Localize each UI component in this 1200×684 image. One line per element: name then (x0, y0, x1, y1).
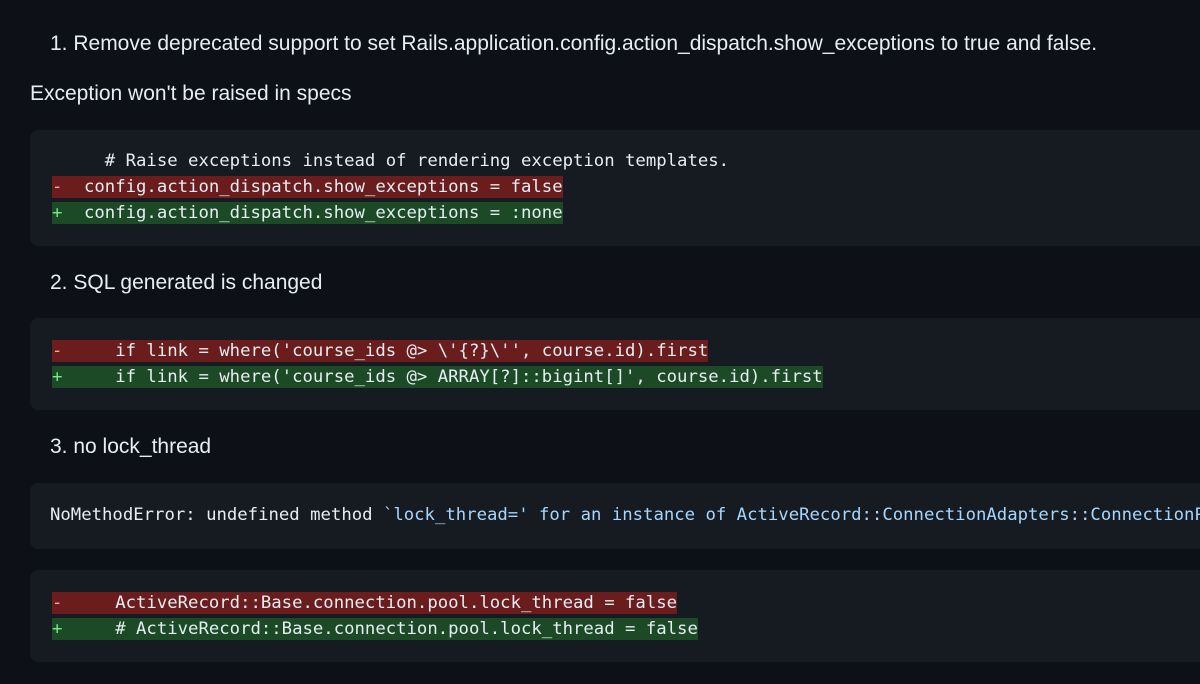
diff-line-removed: - if link = where('course_ids @> \'{?}\'… (52, 340, 709, 362)
code-line-comment: # Raise exceptions instead of rendering … (84, 151, 730, 171)
code-block-lock-thread: - ActiveRecord::Base.connection.pool.loc… (30, 570, 1200, 662)
code-block-show-exceptions: # Raise exceptions instead of rendering … (30, 130, 1200, 246)
diff-line-added: + # ActiveRecord::Base.connection.pool.l… (52, 618, 698, 640)
code-line-error: NoMethodError: undefined method `lock_th… (50, 505, 1200, 525)
diff-line-added: + config.action_dispatch.show_exceptions … (52, 202, 563, 224)
code-block-error: NoMethodError: undefined method `lock_th… (30, 483, 1200, 549)
diff-line-added: + if link = where('course_ids @> ARRAY[?… (52, 366, 823, 388)
list-item-heading-3: 3. no lock_thread (50, 435, 212, 458)
code-block-sql-change: - if link = where('course_ids @> \'{?}\'… (30, 318, 1200, 410)
paragraph-note: Exception won't be raised in specs (30, 82, 352, 105)
diff-line-removed: - ActiveRecord::Base.connection.pool.loc… (52, 592, 678, 614)
diff-line-removed: - config.action_dispatch.show_exceptions … (52, 176, 563, 198)
list-item-heading-1: 1. Remove deprecated support to set Rail… (50, 32, 1098, 55)
list-item-heading-2: 2. SQL generated is changed (50, 271, 323, 294)
